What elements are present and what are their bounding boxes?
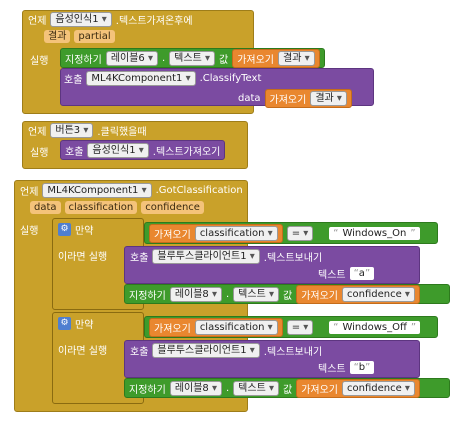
set-label: 지정하기 <box>65 54 102 66</box>
set-component-dropdown[interactable]: 레이블8 <box>169 286 222 302</box>
get-label: 가져오기 <box>301 384 338 396</box>
call-method: .텍스트보내기 <box>263 347 323 358</box>
when-label: 언제 <box>20 187 39 198</box>
call-arg: 텍스트 “a” <box>318 266 375 281</box>
call-method: .텍스트보내기 <box>263 253 323 264</box>
param-result[interactable]: 결과 <box>44 30 71 43</box>
string-literal[interactable]: “b” <box>349 361 375 374</box>
param-confidence[interactable]: confidence <box>141 201 204 214</box>
set-label8-block-1[interactable]: 지정하기 레이블8 . 텍스트 값 가져오기 confidence <box>124 284 450 304</box>
set-label6-block[interactable]: 지정하기 레이블6 . 텍스트 값 가져오기 결과 <box>60 48 325 68</box>
get-label: 가져오기 <box>154 323 191 335</box>
call-header: 호출 블루투스클라이언트1 .텍스트보내기 <box>130 249 322 264</box>
get-confidence-block[interactable]: 가져오기 confidence <box>296 284 420 304</box>
then-label: 이라면 실행 <box>58 346 108 357</box>
then-label: 이라면 실행 <box>58 252 108 263</box>
string-value: Windows_Off <box>342 321 407 333</box>
call-component-dropdown[interactable]: 블루투스클라이언트1 <box>152 343 260 358</box>
get-classification-block[interactable]: 가져오기 classification <box>149 317 283 337</box>
event-header: 언제 버튼3 .클릭했을때 <box>28 123 147 138</box>
set-property-dropdown[interactable]: 텍스트 <box>169 50 215 66</box>
set-property-dropdown[interactable]: 텍스트 <box>233 380 279 396</box>
set-label: 지정하기 <box>129 290 166 302</box>
do-label: 실행 <box>20 226 39 237</box>
when-label: 언제 <box>28 16 47 27</box>
param-data[interactable]: data <box>30 201 61 214</box>
get-label: 가져오기 <box>301 290 338 302</box>
event-params: data classification confidence <box>30 201 204 214</box>
get-var-dropdown[interactable]: 결과 <box>278 50 315 66</box>
call-component-dropdown[interactable]: ML4KComponent1 <box>86 71 196 86</box>
call-method: .ClassifyText <box>199 73 262 84</box>
value-label: 값 <box>282 384 293 396</box>
value-label: 값 <box>282 290 293 302</box>
call-classify-arg: data 가져오기 결과 <box>238 89 352 108</box>
get-label: 가져오기 <box>237 54 274 66</box>
string-literal[interactable]: “Windows_Off” <box>329 320 421 334</box>
get-var-dropdown[interactable]: 결과 <box>310 91 347 106</box>
if-header-1: ⚙ 만약 <box>58 222 93 237</box>
call-arg: 텍스트 “b” <box>318 360 375 375</box>
param-partial[interactable]: partial <box>74 30 115 43</box>
event-name: .텍스트가져온후에 <box>115 16 193 27</box>
get-label: 가져오기 <box>154 229 191 241</box>
set-property-dropdown[interactable]: 텍스트 <box>233 286 279 302</box>
event-name: .GotClassification <box>155 185 243 196</box>
event-params: 결과 partial <box>44 30 115 43</box>
compare-block-1[interactable]: 가져오기 classification = “Windows_On” <box>144 222 438 244</box>
get-var-dropdown[interactable]: classification <box>194 225 278 241</box>
dot: . <box>225 288 230 300</box>
call-header: 호출 블루투스클라이언트1 .텍스트보내기 <box>130 343 322 358</box>
when-label: 언제 <box>28 127 47 138</box>
call-component-dropdown[interactable]: 블루투스클라이언트1 <box>152 249 260 264</box>
component-dropdown[interactable]: 버튼3 <box>50 123 94 138</box>
gear-icon[interactable]: ⚙ <box>58 317 71 330</box>
string-literal[interactable]: “Windows_On” <box>329 226 420 240</box>
call-classify-header: 호출 ML4KComponent1 .ClassifyText <box>64 71 261 86</box>
dot: . <box>225 382 230 394</box>
get-confidence-block[interactable]: 가져오기 confidence <box>296 378 420 398</box>
call-label: 호출 <box>65 146 84 158</box>
event-header: 언제 ML4KComponent1 .GotClassification <box>20 183 243 198</box>
call-method: .텍스트가져오기 <box>152 146 221 158</box>
call-label: 호출 <box>130 253 149 264</box>
do-label: 실행 <box>30 56 49 67</box>
get-classification-block[interactable]: 가져오기 classification <box>149 223 283 243</box>
set-label8-block-2[interactable]: 지정하기 레이블8 . 텍스트 값 가져오기 confidence <box>124 378 450 398</box>
component-dropdown[interactable]: 음성인식1 <box>50 12 112 27</box>
dot: . <box>161 52 166 64</box>
param-classification[interactable]: classification <box>64 201 138 214</box>
get-var-dropdown[interactable]: confidence <box>342 286 415 302</box>
get-result-block[interactable]: 가져오기 결과 <box>232 48 320 68</box>
event-name: .클릭했을때 <box>97 127 147 138</box>
value-label: 값 <box>218 54 229 66</box>
if-header-2: ⚙ 만약 <box>58 316 93 331</box>
arg-label: data <box>238 93 261 104</box>
if-label: 만약 <box>75 320 94 331</box>
get-var-dropdown[interactable]: classification <box>194 319 278 335</box>
do-label: 실행 <box>30 148 49 159</box>
get-var-dropdown[interactable]: confidence <box>342 380 415 396</box>
component-dropdown[interactable]: ML4KComponent1 <box>42 183 152 198</box>
string-value: Windows_On <box>342 227 407 239</box>
compare-block-2[interactable]: 가져오기 classification = “Windows_Off” <box>144 316 438 338</box>
call-get-text-block[interactable]: 호출 음성인식1 .텍스트가져오기 <box>60 140 226 160</box>
set-component-dropdown[interactable]: 레이블6 <box>105 50 158 66</box>
get-result-arg-block[interactable]: 가져오기 결과 <box>264 89 352 108</box>
set-label: 지정하기 <box>129 384 166 396</box>
event-header: 언제 음성인식1 .텍스트가져온후에 <box>28 12 193 27</box>
call-component-dropdown[interactable]: 음성인식1 <box>87 142 149 158</box>
arg-label: 텍스트 <box>318 270 346 281</box>
operator-dropdown[interactable]: = <box>286 225 314 241</box>
string-literal[interactable]: “a” <box>349 267 375 280</box>
set-component-dropdown[interactable]: 레이블8 <box>169 380 222 396</box>
call-label: 호출 <box>130 347 149 358</box>
get-label: 가져오기 <box>269 95 307 106</box>
call-label: 호출 <box>64 75 83 86</box>
operator-dropdown[interactable]: = <box>286 319 314 335</box>
gear-icon[interactable]: ⚙ <box>58 223 71 236</box>
if-label: 만약 <box>75 226 94 237</box>
arg-label: 텍스트 <box>318 364 346 375</box>
